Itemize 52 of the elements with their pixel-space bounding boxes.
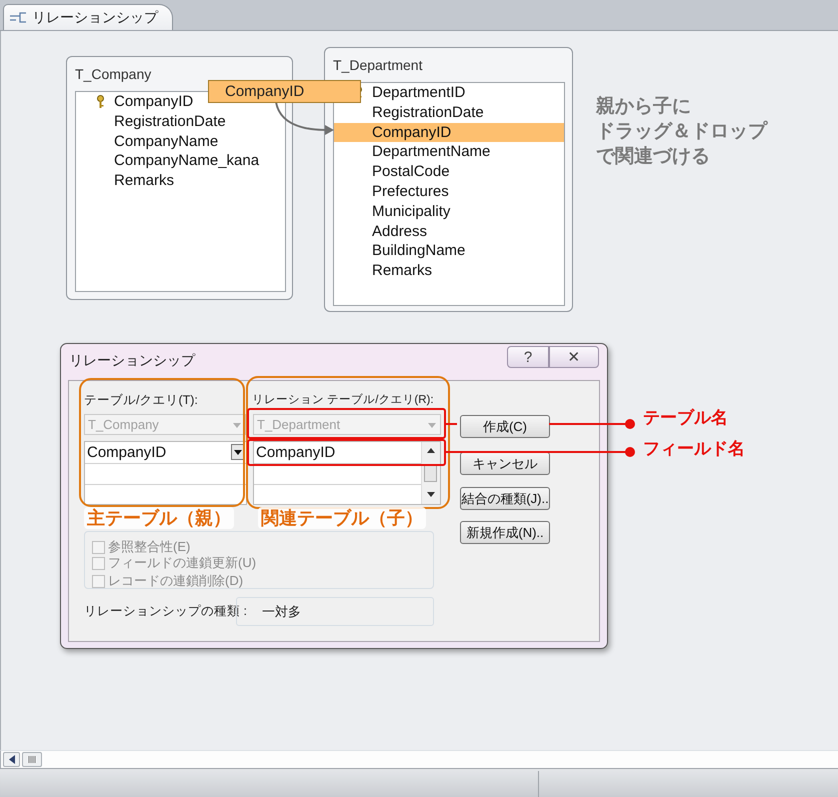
field-item[interactable]: RegistrationDate xyxy=(76,112,285,132)
checkbox-label: レコードの連鎖削除(D) xyxy=(108,572,244,590)
instruction-text: 親から子に xyxy=(596,94,692,119)
dialog-button[interactable]: 新規作成(N).. xyxy=(460,521,550,544)
caption-label: 関連テーブル（子） xyxy=(258,507,426,529)
instruction-text: ドラッグ＆ドロップ xyxy=(596,120,767,144)
field-item[interactable]: Municipality xyxy=(334,202,564,222)
field-item[interactable]: PostalCode xyxy=(334,162,564,182)
field-item[interactable]: Prefectures xyxy=(334,182,564,202)
field-item[interactable]: Remarks xyxy=(76,171,285,191)
callout-label: テーブル名 xyxy=(643,407,728,429)
horizontal-scrollbar[interactable] xyxy=(0,750,838,768)
callout-label: フィールド名 xyxy=(643,438,745,460)
document-tab[interactable]: リレーションシップ xyxy=(3,4,173,30)
field-item[interactable]: Remarks xyxy=(334,261,564,281)
field-item[interactable]: CompanyName xyxy=(76,132,285,152)
dialog-button[interactable]: 作成(C) xyxy=(460,415,550,438)
field-item[interactable]: CompanyName_kana xyxy=(76,151,285,172)
checkbox-label: フィールドの連鎖更新(U) xyxy=(108,554,256,572)
relationship-type-label: リレーションシップの種類 : xyxy=(84,603,247,620)
table-cell[interactable]: CompanyID xyxy=(87,444,166,461)
checkbox-label: 参照整合性(E) xyxy=(108,538,190,556)
table-cell[interactable]: CompanyID xyxy=(256,444,336,461)
scroll-down-icon[interactable] xyxy=(427,492,435,497)
caret-icon xyxy=(233,423,241,428)
scroll-up-icon[interactable] xyxy=(427,448,435,453)
caret-icon xyxy=(428,423,436,428)
table-window[interactable]: T_Department DepartmentID RegistrationDate CompanyID DepartmentName PostalCode Prefectures Municipality Address BuildingName Remarks xyxy=(324,47,573,312)
close-button[interactable]: ✕ xyxy=(549,346,599,368)
dialog-button[interactable]: 結合の種類(J).. xyxy=(460,487,550,510)
caret-icon xyxy=(234,450,242,454)
grip-icon xyxy=(28,756,36,763)
instruction-text: で関連づける xyxy=(596,145,711,169)
caption-label: 主テーブル（親） xyxy=(84,507,234,529)
scroll-thumb[interactable] xyxy=(22,752,42,767)
field-label: リレーション テーブル/クエリ(R): xyxy=(252,392,434,407)
field-item[interactable]: Address xyxy=(334,222,564,242)
field-item[interactable]: BuildingName xyxy=(334,241,564,262)
relationship-icon xyxy=(10,12,26,24)
left-arrow-icon xyxy=(8,755,14,764)
help-button[interactable]: ? xyxy=(507,346,549,368)
table-title: T_Company xyxy=(75,66,152,82)
field-item[interactable]: RegistrationDate xyxy=(334,102,564,123)
field-item[interactable]: DepartmentName xyxy=(334,142,564,162)
drag-field-tooltip: CompanyID xyxy=(208,80,361,103)
field-item[interactable]: CompanyID xyxy=(334,122,564,142)
field-label: テーブル/クエリ(T): xyxy=(84,392,198,409)
vertical-scrollbar[interactable] xyxy=(421,442,440,504)
dialog-title: リレーションシップ xyxy=(69,352,195,370)
scroll-left-button[interactable] xyxy=(3,752,20,767)
table-title: T_Department xyxy=(333,57,422,73)
dialog-button[interactable]: キャンセル xyxy=(460,452,550,475)
